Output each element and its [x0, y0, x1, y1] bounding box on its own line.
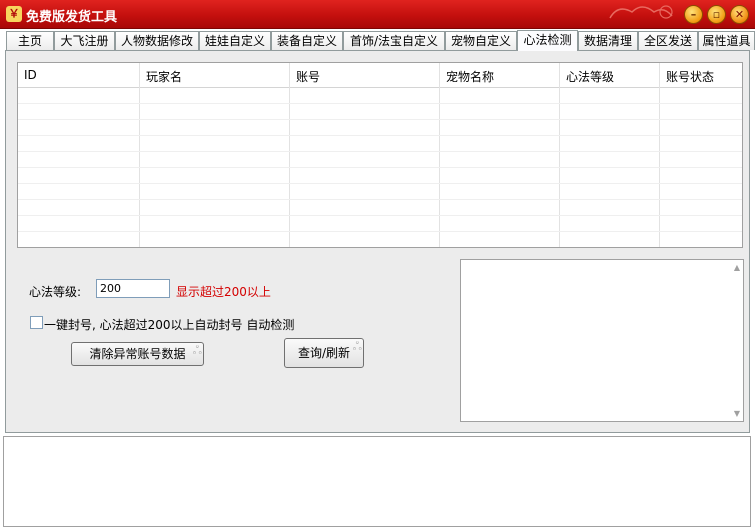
tab-bar: 主页 大飞注册 人物数据修改 娃娃自定义 装备自定义 首饰/法宝自定义 宠物自定… — [5, 30, 755, 51]
tab-equipment-custom[interactable]: 装备自定义 — [271, 31, 343, 50]
auto-ban-checkbox[interactable] — [30, 316, 43, 329]
button-swirl-icon: ஃ — [352, 339, 362, 353]
column-header: 心法等级 — [566, 70, 615, 84]
grid-line — [18, 151, 742, 152]
column-header: 账号状态 — [666, 70, 715, 84]
threshold-hint: 显示超过200以上 — [176, 285, 271, 299]
grid-line — [18, 183, 742, 184]
column-header: 玩家名 — [146, 70, 183, 84]
log-textarea[interactable] — [3, 436, 751, 527]
grid-line — [18, 231, 742, 232]
tab-all-server-send[interactable]: 全区发送 — [638, 31, 698, 50]
button-swirl-icon: ஃ — [192, 343, 202, 357]
column-header: ID — [24, 68, 37, 82]
column-header: 宠物名称 — [446, 70, 495, 84]
heart-level-input[interactable]: 200 — [96, 279, 170, 298]
query-refresh-button[interactable]: 查询/刷新 ஃ — [284, 338, 364, 368]
column-account-status[interactable]: 账号状态 — [659, 63, 742, 247]
clear-abnormal-accounts-button[interactable]: 清除异常账号数据 ஃ — [71, 342, 204, 366]
grid-line — [18, 199, 742, 200]
grid-line — [18, 135, 742, 136]
tab-pet-custom[interactable]: 宠物自定义 — [445, 31, 517, 50]
cloud-pattern-icon — [609, 5, 673, 19]
scroll-up-icon[interactable]: ▲ — [734, 263, 740, 272]
scroll-down-icon[interactable]: ▼ — [734, 409, 740, 418]
output-memo[interactable]: ▲ ▼ — [460, 259, 744, 422]
tab-data-cleanup[interactable]: 数据清理 — [578, 31, 638, 50]
auto-ban-label[interactable]: 一键封号, 心法超过200以上自动封号 自动检测 — [44, 316, 294, 333]
tab-register[interactable]: 大飞注册 — [54, 31, 115, 50]
minimize-button[interactable]: – — [684, 5, 703, 24]
heart-level-label: 心法等级: — [29, 285, 82, 299]
grid-line — [18, 119, 742, 120]
tab-doll-custom[interactable]: 娃娃自定义 — [199, 31, 271, 50]
column-account[interactable]: 账号 — [289, 63, 439, 247]
column-heart-level[interactable]: 心法等级 — [559, 63, 659, 247]
column-header: 账号 — [296, 70, 321, 84]
grid-line — [18, 103, 742, 104]
grid-line — [18, 215, 742, 216]
tab-jewelry-custom[interactable]: 首饰/法宝自定义 — [343, 31, 445, 50]
tab-attribute-items[interactable]: 属性道具 — [698, 31, 755, 50]
query-button-label: 查询/刷新 — [297, 346, 351, 360]
title-bar[interactable]: ￥ 免费版发货工具 – ▫ ✕ — [0, 0, 755, 29]
column-id[interactable]: ID — [18, 63, 139, 247]
clear-button-label: 清除异常账号数据 — [89, 347, 186, 361]
tab-heart-method-check[interactable]: 心法检测 — [517, 30, 578, 51]
grid-line — [18, 167, 742, 168]
results-table[interactable]: ID 玩家名 账号 宠物名称 心法等级 账号状态 — [17, 62, 743, 248]
app-icon: ￥ — [6, 6, 22, 22]
close-button[interactable]: ✕ — [730, 5, 749, 24]
tab-home[interactable]: 主页 — [6, 31, 54, 50]
tab-character-edit[interactable]: 人物数据修改 — [115, 31, 199, 50]
window-title: 免费版发货工具 — [26, 10, 118, 25]
column-pet-name[interactable]: 宠物名称 — [439, 63, 559, 247]
maximize-button[interactable]: ▫ — [707, 5, 726, 24]
column-player-name[interactable]: 玩家名 — [139, 63, 289, 247]
